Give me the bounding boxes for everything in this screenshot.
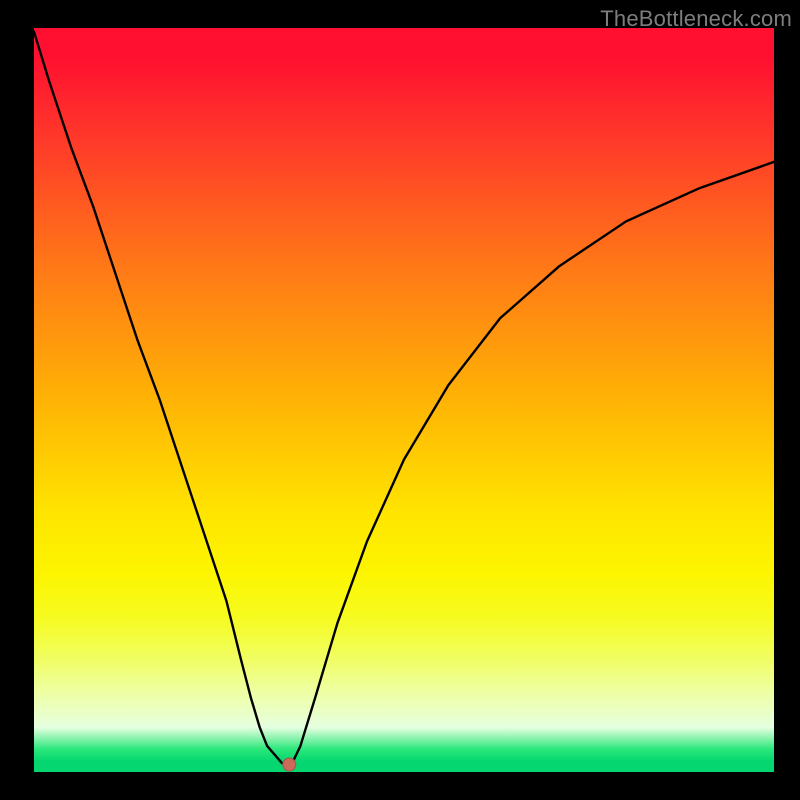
bottleneck-curve [34,32,774,765]
curve-svg [34,28,774,772]
plot-area [34,28,774,772]
minimum-point-marker [283,758,296,771]
chart-frame: TheBottleneck.com [0,0,800,800]
